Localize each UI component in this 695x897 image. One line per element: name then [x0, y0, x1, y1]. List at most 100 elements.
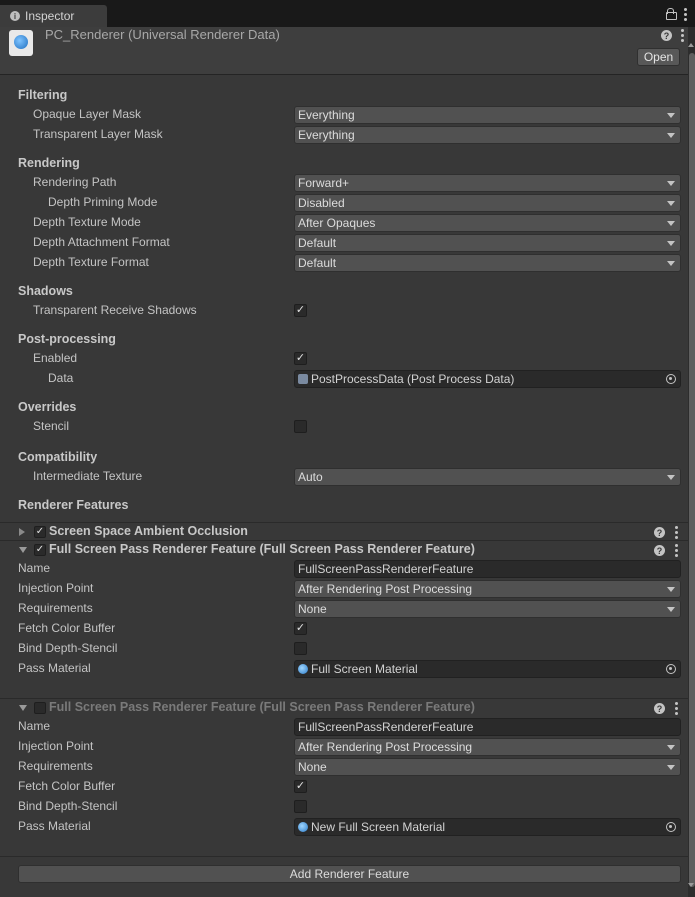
field-label: Depth Attachment Format [33, 235, 170, 249]
row-feature2-injection: Injection Point After Rendering Post Pro… [0, 737, 688, 757]
tab-bar: i Inspector [0, 0, 695, 27]
field-label: Intermediate Texture [33, 469, 143, 483]
row-feature1-bind: Bind Depth-Stencil [0, 639, 688, 659]
injection-point-dropdown[interactable]: After Rendering Post Processing [294, 580, 681, 598]
field-label: Fetch Color Buffer [18, 779, 116, 793]
help-icon[interactable]: ? [654, 703, 665, 714]
row-feature2-fetch: Fetch Color Buffer ✓ [0, 777, 688, 797]
row-depth-attachment-format: Depth Attachment Format Default [0, 233, 688, 253]
help-icon[interactable]: ? [661, 30, 672, 41]
tab-inspector[interactable]: i Inspector [0, 5, 107, 27]
row-stencil: Stencil [0, 417, 688, 437]
field-label: Requirements [18, 601, 93, 615]
kebab-menu-icon[interactable] [674, 702, 678, 715]
row-feature1-requirements: Requirements None [0, 599, 688, 619]
depth-texture-mode-dropdown[interactable]: After Opaques [294, 214, 681, 232]
row-opaque-layer-mask: Opaque Layer Mask Everything [0, 105, 688, 125]
help-icon[interactable]: ? [654, 545, 665, 556]
field-label: Stencil [33, 419, 70, 433]
pass-material-field[interactable]: Full Screen Material [294, 660, 681, 678]
foldout-arrow-icon[interactable] [19, 528, 25, 536]
row-feature1-material: Pass Material Full Screen Material [0, 659, 688, 679]
injection-point-dropdown[interactable]: After Rendering Post Processing [294, 738, 681, 756]
pass-material-field[interactable]: New Full Screen Material [294, 818, 681, 836]
field-label: Name [18, 561, 51, 575]
post-processing-enabled-checkbox[interactable]: ✓ [294, 352, 307, 365]
asset-title: PC_Renderer (Universal Renderer Data) [45, 27, 280, 42]
post-process-data-field[interactable]: PostProcessData (Post Process Data) [294, 370, 681, 388]
field-label: Injection Point [18, 739, 94, 753]
section-overrides: Overrides [18, 400, 77, 414]
feature-name-input[interactable]: FullScreenPassRendererFeature [294, 718, 681, 736]
depth-priming-mode-dropdown[interactable]: Disabled [294, 194, 681, 212]
row-transparent-receive-shadows: Transparent Receive Shadows ✓ [0, 301, 688, 321]
field-label: Transparent Receive Shadows [33, 303, 197, 317]
feature-enabled-checkbox[interactable]: ✓ [34, 526, 46, 538]
section-shadows: Shadows [18, 284, 73, 298]
field-label: Pass Material [18, 819, 91, 833]
bind-depth-stencil-checkbox[interactable] [294, 800, 307, 813]
depth-texture-format-dropdown[interactable]: Default [294, 254, 681, 272]
row-feature2-material: Pass Material New Full Screen Material [0, 817, 688, 837]
feature-name-input[interactable]: FullScreenPassRendererFeature [294, 560, 681, 578]
requirements-dropdown[interactable]: None [294, 600, 681, 618]
transparent-receive-shadows-checkbox[interactable]: ✓ [294, 304, 307, 317]
scroll-down-icon[interactable] [688, 883, 694, 887]
kebab-menu-icon[interactable] [680, 29, 684, 42]
object-picker-icon[interactable] [666, 664, 676, 674]
scrollbar[interactable] [688, 27, 695, 897]
stencil-checkbox[interactable] [294, 420, 307, 433]
kebab-menu-icon[interactable] [683, 8, 687, 21]
foldout-arrow-icon[interactable] [19, 705, 27, 711]
field-label: Injection Point [18, 581, 94, 595]
inspector-header: PC_Renderer (Universal Renderer Data) ? … [0, 27, 688, 75]
divider [0, 856, 688, 857]
row-feature2-name: Name FullScreenPassRendererFeature [0, 717, 688, 737]
scroll-up-icon[interactable] [688, 43, 694, 47]
transparent-layer-mask-dropdown[interactable]: Everything [294, 126, 681, 144]
foldout-arrow-icon[interactable] [19, 547, 27, 553]
info-icon: i [10, 11, 20, 21]
fetch-color-buffer-checkbox[interactable]: ✓ [294, 780, 307, 793]
feature-enabled-checkbox[interactable] [34, 702, 46, 714]
depth-attachment-format-dropdown[interactable]: Default [294, 234, 681, 252]
field-label: Transparent Layer Mask [33, 127, 163, 141]
object-field-value: Full Screen Material [311, 662, 418, 676]
row-transparent-layer-mask: Transparent Layer Mask Everything [0, 125, 688, 145]
open-button[interactable]: Open [637, 48, 680, 66]
kebab-menu-icon[interactable] [674, 544, 678, 557]
field-label: Name [18, 719, 51, 733]
asset-icon [9, 30, 33, 56]
object-field-value: New Full Screen Material [311, 820, 446, 834]
feature-title: Full Screen Pass Renderer Feature (Full … [49, 700, 475, 714]
section-compatibility: Compatibility [18, 450, 98, 464]
row-pp-data: Data PostProcessData (Post Process Data) [0, 369, 688, 389]
field-label: Enabled [33, 351, 78, 365]
opaque-layer-mask-dropdown[interactable]: Everything [294, 106, 681, 124]
feature-enabled-checkbox[interactable]: ✓ [34, 544, 46, 556]
bind-depth-stencil-checkbox[interactable] [294, 642, 307, 655]
object-picker-icon[interactable] [666, 374, 676, 384]
lock-icon[interactable] [666, 8, 677, 20]
row-intermediate-texture: Intermediate Texture Auto [0, 467, 688, 487]
feature-header-ssao[interactable]: ✓ Screen Space Ambient Occlusion ? [0, 522, 688, 541]
row-feature1-name: Name FullScreenPassRendererFeature [0, 559, 688, 579]
row-depth-texture-mode: Depth Texture Mode After Opaques [0, 213, 688, 233]
kebab-menu-icon[interactable] [674, 526, 678, 539]
feature-header-full-screen-pass-2[interactable]: Full Screen Pass Renderer Feature (Full … [0, 698, 688, 717]
row-rendering-path: Rendering Path Forward+ [0, 173, 688, 193]
fetch-color-buffer-checkbox[interactable]: ✓ [294, 622, 307, 635]
feature-header-full-screen-pass-1[interactable]: ✓ Full Screen Pass Renderer Feature (Ful… [0, 540, 688, 559]
requirements-dropdown[interactable]: None [294, 758, 681, 776]
section-post-processing: Post-processing [18, 332, 116, 346]
object-picker-icon[interactable] [666, 822, 676, 832]
help-icon[interactable]: ? [654, 527, 665, 538]
intermediate-texture-dropdown[interactable]: Auto [294, 468, 681, 486]
row-depth-priming-mode: Depth Priming Mode Disabled [0, 193, 688, 213]
field-label: Data [48, 371, 74, 385]
field-label: Depth Priming Mode [48, 195, 158, 209]
post-process-data-icon [298, 374, 308, 384]
scrollbar-thumb[interactable] [689, 53, 695, 887]
rendering-path-dropdown[interactable]: Forward+ [294, 174, 681, 192]
add-renderer-feature-button[interactable]: Add Renderer Feature [18, 865, 681, 883]
